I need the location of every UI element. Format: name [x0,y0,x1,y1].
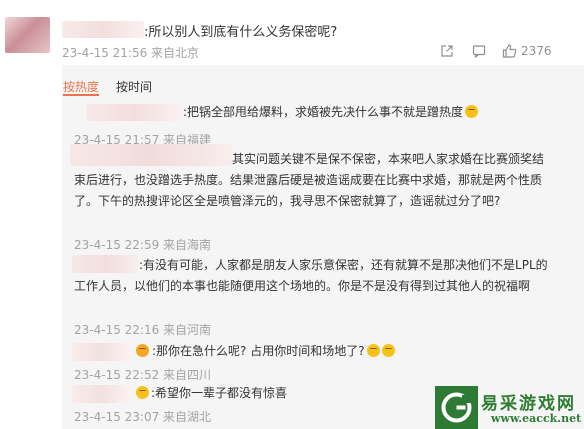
watermark-url: www.eacck.net [491,412,582,425]
reply-username-blurred[interactable] [72,343,132,361]
top-comment-text: :所以别人到底有什么义务保密呢? [144,25,338,40]
tab-by-hot[interactable]: 按热度 [63,78,99,95]
smile-emoji-icon [136,386,149,399]
reply-meta: 23-4-15 22:52 来自四川 [74,368,212,382]
reply-text-content: :希望你一辈子都没有惊喜 [151,386,288,400]
like-icon[interactable] [502,44,517,58]
reply-meta: 23-4-15 22:16 来自河南 [74,323,212,337]
username-blurred[interactable] [62,21,144,38]
watermark-title: 易采游戏网 [481,394,576,414]
reply-username-blurred[interactable] [86,104,182,121]
tab-by-time[interactable]: 按时间 [116,78,152,95]
angry-emoji-icon [136,344,149,357]
reply-text: :希望你一辈子都没有惊喜 [136,383,287,404]
reply-text-multiline: :有没有可能，人家都是朋友人家乐意保密，还有就算不是那决他们不是LPL的工作人员… [74,258,548,293]
reply-text-content: :那你在急什么呢? 占用你时间和场地了? [152,344,365,358]
site-watermark: 易采游戏网 www.eacck.net [435,386,584,429]
reply-meta: 23-4-15 22:59 来自海南 [74,238,212,252]
share-icon[interactable] [440,44,454,58]
reply-username-blurred[interactable] [72,385,132,403]
top-comment-meta: 23-4-15 21:56 来自北京 [62,46,200,60]
reply-text: :把锅全部甩给爆料，求婚被先决什么事不就是蹭热度 [183,102,479,123]
like-count: 2376 [521,44,552,58]
reply-text: :那你在急什么呢? 占用你时间和场地了? [136,341,395,362]
comment-icon[interactable] [472,44,486,58]
reply-text-multiline: 其实问题关键不是保不保密，本来吧人家求婚在比赛颁奖结束后进行，也没蹭选手热度。结… [74,152,545,208]
reply-text-content: :把锅全部甩给爆料，求婚被先决什么事不就是蹭热度 [183,105,464,119]
crying-emoji-icon [366,344,380,357]
tab-underline [63,94,99,96]
laughing-emoji-icon [465,105,479,118]
crying-emoji-icon [381,344,395,357]
avatar[interactable] [5,17,50,53]
watermark-logo-icon [435,386,478,429]
reply-meta: 23-4-15 23:07 来自湖北 [74,410,212,424]
